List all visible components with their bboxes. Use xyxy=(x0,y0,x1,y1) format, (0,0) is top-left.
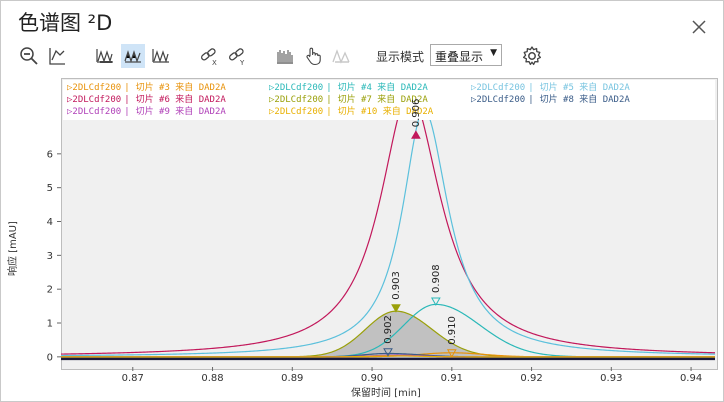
x-tick-label: 0.89 xyxy=(281,373,303,384)
x-tick-label: 0.87 xyxy=(122,373,144,384)
peak-marker xyxy=(411,130,421,139)
y-tick-label: 3 xyxy=(47,251,53,262)
y-tick-label: 0 xyxy=(47,352,53,363)
y-tick-label: 4 xyxy=(47,217,53,228)
y-tick-label: 5 xyxy=(47,183,53,194)
x-tick-label: 0.93 xyxy=(600,373,622,384)
peak-label: 0.908 xyxy=(431,264,442,293)
y-tick-label: 6 xyxy=(47,149,53,160)
peak-label: 0.903 xyxy=(391,271,402,300)
x-tick-label: 0.90 xyxy=(361,373,383,384)
y-tick-label: 1 xyxy=(47,319,53,330)
peak-label: 0.910 xyxy=(447,316,458,345)
x-tick-label: 0.94 xyxy=(680,373,702,384)
peak-label: 0.906 xyxy=(411,99,422,128)
peak-label: 0.902 xyxy=(383,315,394,344)
x-tick-label: 0.91 xyxy=(441,373,463,384)
y-tick-label: 2 xyxy=(47,285,53,296)
x-tick-label: 0.92 xyxy=(520,373,542,384)
x-tick-label: 0.88 xyxy=(201,373,223,384)
chromatogram-chart: 0.87 0.88 0.89 0.90 0.91 0.92 0.93 0.94 0 1 2 3 4 5 6 0… xyxy=(47,99,715,384)
